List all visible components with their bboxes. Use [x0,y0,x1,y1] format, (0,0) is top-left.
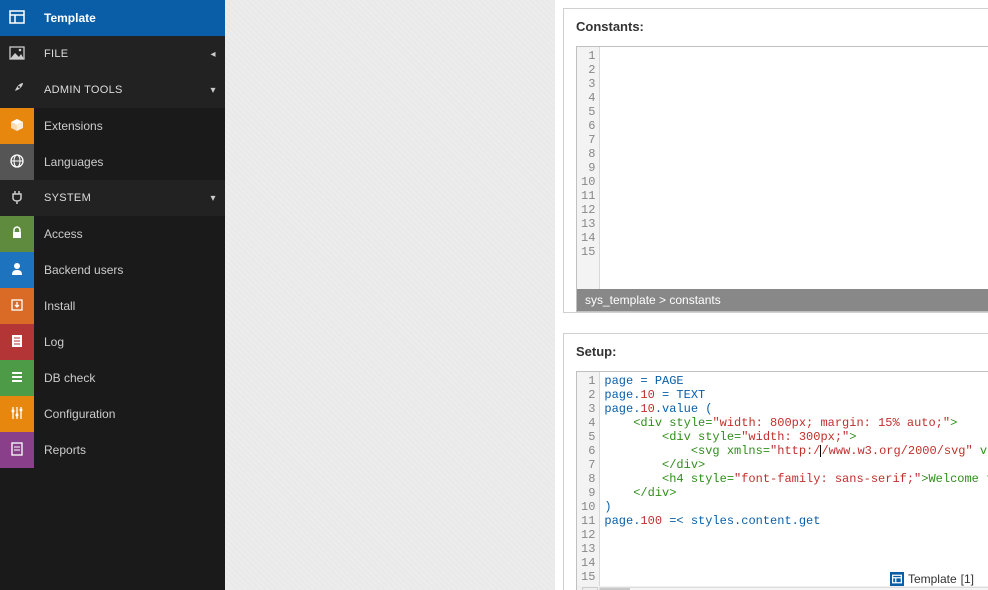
sidebar-item-db-check[interactable]: DB check [0,360,225,396]
lock-icon [9,225,25,244]
rocket-icon [9,81,25,100]
sidebar-item-label: Reports [34,443,225,457]
sidebar-item-install[interactable]: Install [0,288,225,324]
report-icon [9,441,25,460]
sidebar-item-label: Log [34,335,225,349]
install-icon [9,297,25,316]
caret-left-icon: ◂ [201,49,225,60]
setup-editor[interactable]: 123456789101112131415 page = PAGE page.1… [576,371,988,590]
sidebar-item-label: Template [34,11,225,25]
user-icon [9,261,25,280]
sidebar-section-file[interactable]: FILE ◂ [0,36,225,72]
setup-code[interactable]: page = PAGE page.10 = TEXT page.10.value… [600,372,988,586]
setup-panel: Setup: 123456789101112131415 page = PAGE… [563,333,988,590]
sidebar-item-label: Languages [34,155,225,169]
box-icon [9,117,25,136]
template-icon [890,572,904,586]
sidebar: Template FILE ◂ ADMIN TOOLS ▾ [0,0,225,590]
caret-down-icon: ▾ [201,85,225,96]
bottom-status[interactable]: Template [1] [890,572,974,586]
caret-down-icon: ▾ [201,193,225,204]
sidebar-section-label: SYSTEM [34,192,201,204]
sidebar-item-languages[interactable]: Languages [0,144,225,180]
setup-scrollbar[interactable]: ◂ ▸ [577,586,988,590]
constants-code[interactable] [600,47,988,289]
sidebar-item-label: Access [34,227,225,241]
constants-panel: Constants: 123456789101112131415 sys_tem… [563,8,988,313]
globe-icon [9,153,25,172]
sliders-icon [9,405,25,424]
sidebar-item-reports[interactable]: Reports [0,432,225,468]
sidebar-item-template[interactable]: Template [0,0,225,36]
sidebar-section-label: FILE [34,48,201,60]
constants-editor[interactable]: 123456789101112131415 sys_template > con… [576,46,988,312]
template-icon [9,9,25,28]
picture-icon [9,45,25,64]
content-column: Constants: 123456789101112131415 sys_tem… [555,0,988,590]
sidebar-item-label: Install [34,299,225,313]
page-tree-column [225,0,555,590]
sidebar-section-admin[interactable]: ADMIN TOOLS ▾ [0,72,225,108]
sidebar-item-label: Configuration [34,407,225,421]
sidebar-item-log[interactable]: Log [0,324,225,360]
constants-footer: sys_template > constants [577,289,988,311]
status-label: Template [908,572,957,586]
status-count: [1] [961,572,974,586]
constants-gutter: 123456789101112131415 [577,47,600,289]
list-icon [9,333,25,352]
sidebar-item-extensions[interactable]: Extensions [0,108,225,144]
sidebar-item-configuration[interactable]: Configuration [0,396,225,432]
sidebar-item-label: Extensions [34,119,225,133]
sidebar-item-label: DB check [34,371,225,385]
setup-title: Setup: [576,344,988,359]
sidebar-item-access[interactable]: Access [0,216,225,252]
database-icon [9,369,25,388]
sidebar-section-system[interactable]: SYSTEM ▾ [0,180,225,216]
sidebar-section-label: ADMIN TOOLS [34,84,201,96]
sidebar-item-backend-users[interactable]: Backend users [0,252,225,288]
main-area: Constants: 123456789101112131415 sys_tem… [225,0,988,590]
setup-gutter: 123456789101112131415 [577,372,600,586]
constants-title: Constants: [576,19,988,34]
sidebar-item-label: Backend users [34,263,225,277]
plug-icon [9,189,25,208]
